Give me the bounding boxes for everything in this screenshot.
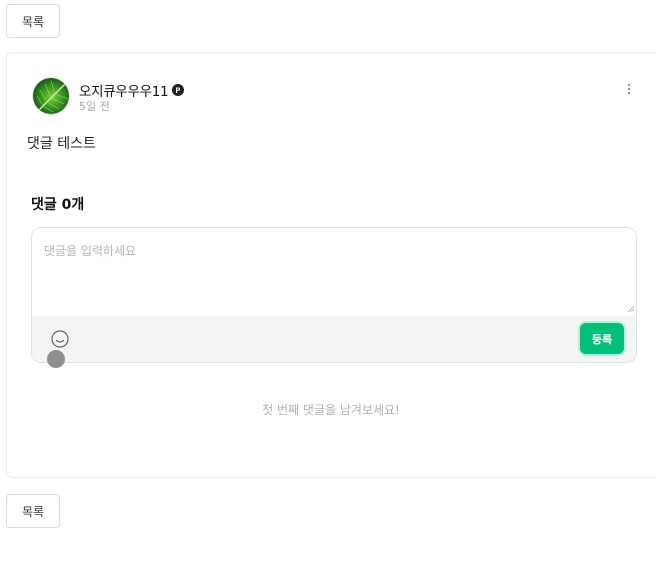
comment-count-heading: 댓글 0개 <box>31 197 85 213</box>
resize-grip-icon[interactable] <box>628 306 634 312</box>
avatar-leaf-image <box>33 78 69 114</box>
post-time: 5일 전 <box>79 100 110 113</box>
post-card: 오지큐우우우11 5일 전 댓글 테스트 댓글 0개 등록 <box>6 52 656 478</box>
list-button-bottom[interactable]: 목록 <box>6 494 60 528</box>
comment-input[interactable] <box>32 228 636 316</box>
premium-badge-icon <box>172 84 185 96</box>
more-vertical-icon[interactable] <box>619 79 639 99</box>
post-body: 댓글 테스트 <box>27 136 96 152</box>
mouse-cursor-indicator <box>47 350 65 368</box>
author-avatar[interactable] <box>32 77 70 115</box>
list-button-top[interactable]: 목록 <box>6 4 60 38</box>
comment-toolbar: 등록 <box>32 316 636 362</box>
author-name[interactable]: 오지큐우우우11 <box>79 80 169 100</box>
submit-comment-button[interactable]: 등록 <box>580 323 624 354</box>
author-info: 오지큐우우우11 <box>79 80 185 100</box>
smile-icon[interactable] <box>50 329 70 349</box>
empty-comments-message: 첫 번째 댓글을 남겨보세요! <box>262 403 400 417</box>
comment-editor: 등록 <box>31 227 637 363</box>
